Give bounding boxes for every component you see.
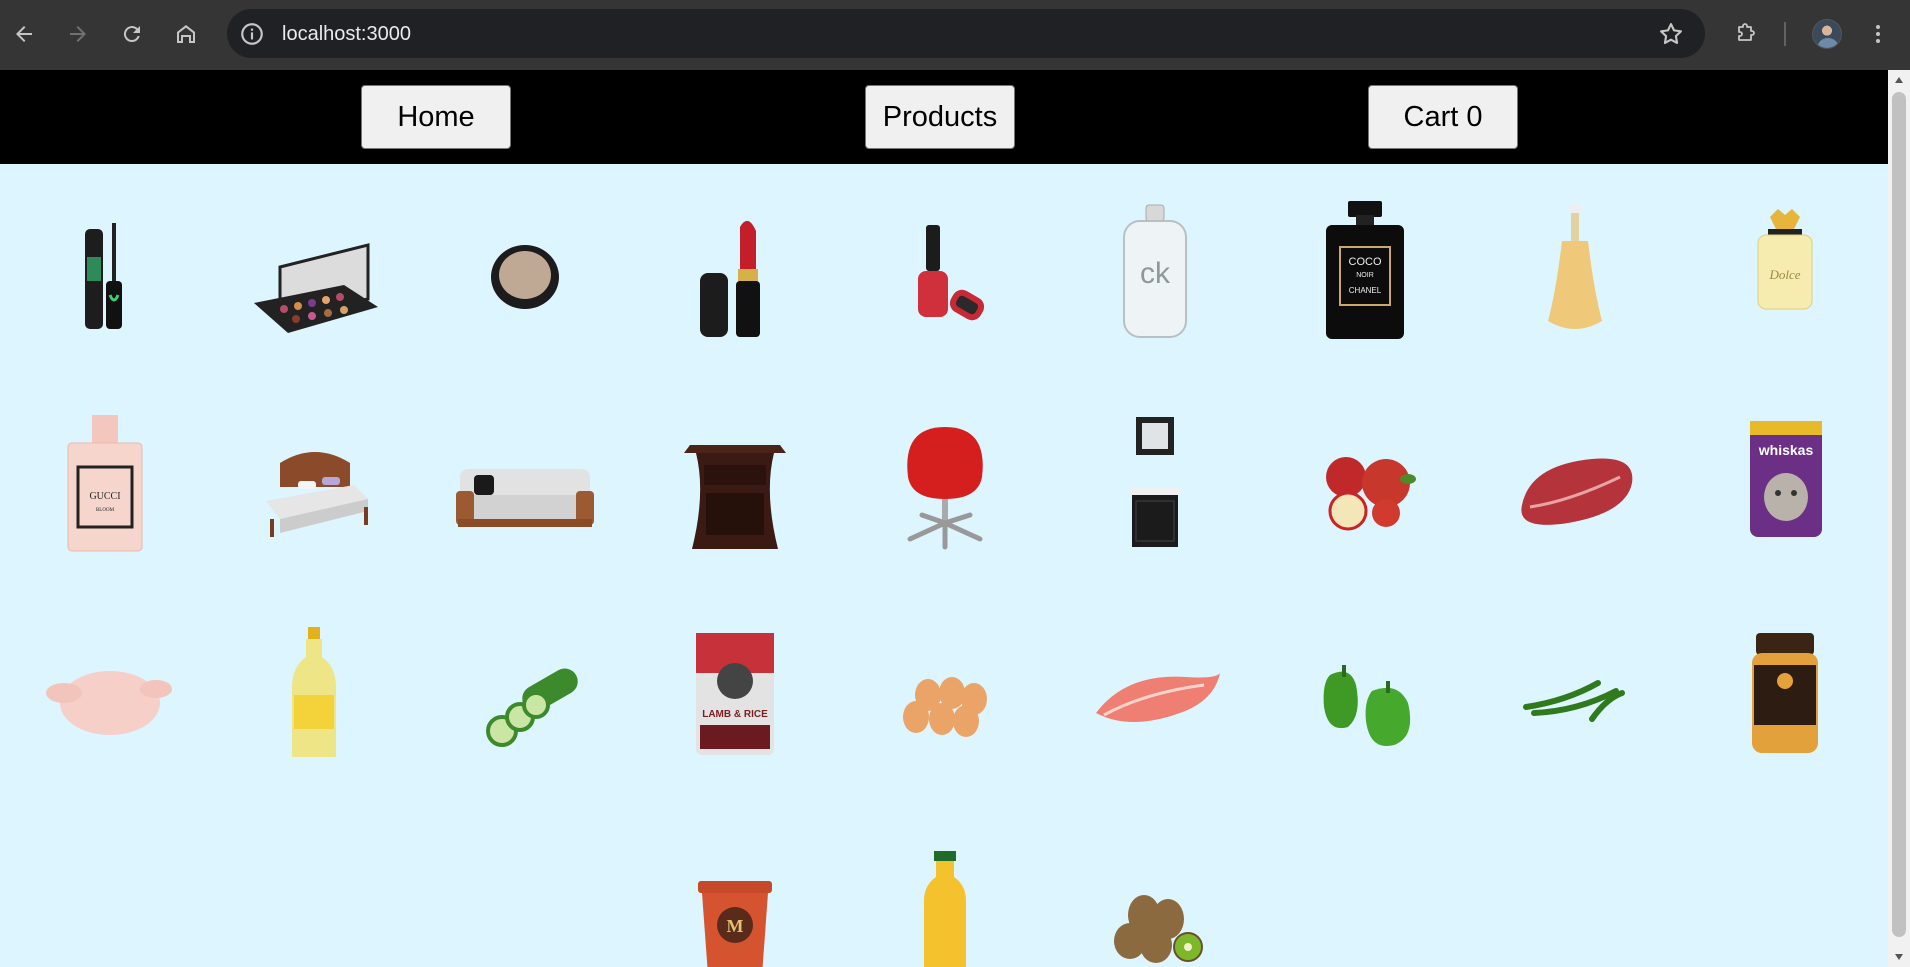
magnum-label: M <box>727 916 744 936</box>
cucumber-icon <box>486 668 578 747</box>
home-icon[interactable] <box>166 14 206 54</box>
bathroom-vanity-icon <box>1130 417 1180 547</box>
product-card[interactable]: LAMB & RICE <box>630 588 840 800</box>
dog-food-bag-icon: LAMB & RICE <box>696 633 774 755</box>
apples-icon <box>1326 457 1416 531</box>
more-menu-icon[interactable] <box>1858 14 1898 54</box>
scroll-down-icon[interactable] <box>1888 947 1910 967</box>
compact-powder-icon <box>491 245 559 309</box>
page-scrollbar[interactable] <box>1888 70 1910 967</box>
product-card[interactable] <box>210 164 420 376</box>
toolbar-divider <box>1784 22 1786 46</box>
home-button[interactable]: Home <box>361 85 511 149</box>
product-card[interactable] <box>630 164 840 376</box>
bed-icon <box>266 452 368 537</box>
product-card[interactable] <box>420 376 630 588</box>
eggs-icon <box>903 677 987 737</box>
product-card[interactable] <box>210 376 420 588</box>
product-card[interactable] <box>1470 164 1680 376</box>
url-text[interactable]: localhost:3000 <box>282 21 411 47</box>
green-peppers-icon <box>1323 665 1411 746</box>
address-bar[interactable]: localhost:3000 <box>227 9 1705 58</box>
gucci-perfume-icon: GUCCI BLOOM <box>67 415 143 552</box>
scroll-thumb[interactable] <box>1892 92 1906 937</box>
product-card[interactable] <box>420 164 630 376</box>
site-info-icon[interactable] <box>239 21 265 47</box>
whiskas-label: whiskas <box>1758 442 1814 458</box>
cat-food-icon: whiskas <box>1750 421 1822 537</box>
nightstand-icon <box>684 445 786 549</box>
eyeshadow-palette-icon <box>254 243 378 333</box>
product-card[interactable]: Dolce <box>1680 164 1888 376</box>
salmon-steak-icon <box>1096 673 1220 722</box>
product-card[interactable] <box>840 164 1050 376</box>
sofa-icon <box>456 469 594 527</box>
product-card[interactable] <box>840 800 1050 967</box>
gucci-sub-label: BLOOM <box>96 508 115 513</box>
product-card[interactable]: ck <box>1050 164 1260 376</box>
site-navbar: Home Products Cart 0 <box>0 70 1888 164</box>
browser-toolbar: localhost:3000 <box>0 0 1910 70</box>
dolce-label: Dolce <box>1768 267 1800 282</box>
product-card[interactable] <box>1050 588 1260 800</box>
orange-juice-icon <box>924 851 966 967</box>
product-card[interactable] <box>1260 376 1470 588</box>
product-card[interactable] <box>0 588 210 800</box>
nail-polish-icon <box>918 225 985 321</box>
ck-label: ck <box>1140 257 1171 290</box>
chanel-label: CHANEL <box>1349 286 1382 295</box>
product-card[interactable]: whiskas <box>1680 376 1888 588</box>
ice-cream-tub-icon: M <box>698 881 772 967</box>
reload-icon[interactable] <box>112 14 152 54</box>
extensions-icon[interactable] <box>1726 14 1766 54</box>
raw-chicken-icon <box>46 671 172 735</box>
bookmark-star-icon[interactable] <box>1657 20 1685 48</box>
chanel-noir-label: NOIR <box>1356 272 1374 279</box>
product-card[interactable]: GUCCI BLOOM <box>0 376 210 588</box>
product-card[interactable] <box>840 376 1050 588</box>
product-card[interactable] <box>840 588 1050 800</box>
dog-food-label: LAMB & RICE <box>702 709 768 720</box>
product-card[interactable] <box>1470 376 1680 588</box>
products-button[interactable]: Products <box>865 85 1015 149</box>
steak-icon <box>1521 458 1633 525</box>
office-chair-icon <box>907 427 983 550</box>
back-arrow-icon[interactable] <box>4 14 44 54</box>
cart-button[interactable]: Cart 0 <box>1368 85 1518 149</box>
gucci-label: GUCCI <box>89 491 120 502</box>
scroll-up-icon[interactable] <box>1888 70 1910 90</box>
product-card[interactable] <box>1680 588 1888 800</box>
product-card[interactable] <box>210 588 420 800</box>
kiwi-icon <box>1114 895 1203 963</box>
product-card[interactable] <box>1470 588 1680 800</box>
product-card[interactable] <box>420 588 630 800</box>
product-card[interactable] <box>1260 588 1470 800</box>
product-card[interactable] <box>0 164 210 376</box>
lipstick-icon <box>700 220 760 337</box>
gold-perfume-icon <box>1548 203 1602 329</box>
ck-perfume-icon: ck <box>1123 204 1187 338</box>
chanel-perfume-icon: COCO NOIR CHANEL <box>1326 201 1404 339</box>
product-card[interactable] <box>630 376 840 588</box>
profile-avatar[interactable] <box>1812 19 1842 49</box>
honey-jar-icon <box>1752 633 1818 753</box>
forward-arrow-icon[interactable] <box>58 14 98 54</box>
product-card[interactable] <box>1050 376 1260 588</box>
mascara-icon <box>85 223 122 329</box>
chanel-coco-label: COCO <box>1349 256 1382 268</box>
dolce-perfume-icon: Dolce <box>1757 209 1813 310</box>
oil-bottle-icon <box>292 627 336 757</box>
chili-peppers-icon <box>1523 680 1625 722</box>
page-viewport: Home Products Cart 0 ck COCO NOIR CHANEL… <box>0 70 1888 967</box>
product-card[interactable] <box>1050 800 1260 967</box>
product-card[interactable]: M <box>630 800 840 967</box>
product-card[interactable]: COCO NOIR CHANEL <box>1260 164 1470 376</box>
